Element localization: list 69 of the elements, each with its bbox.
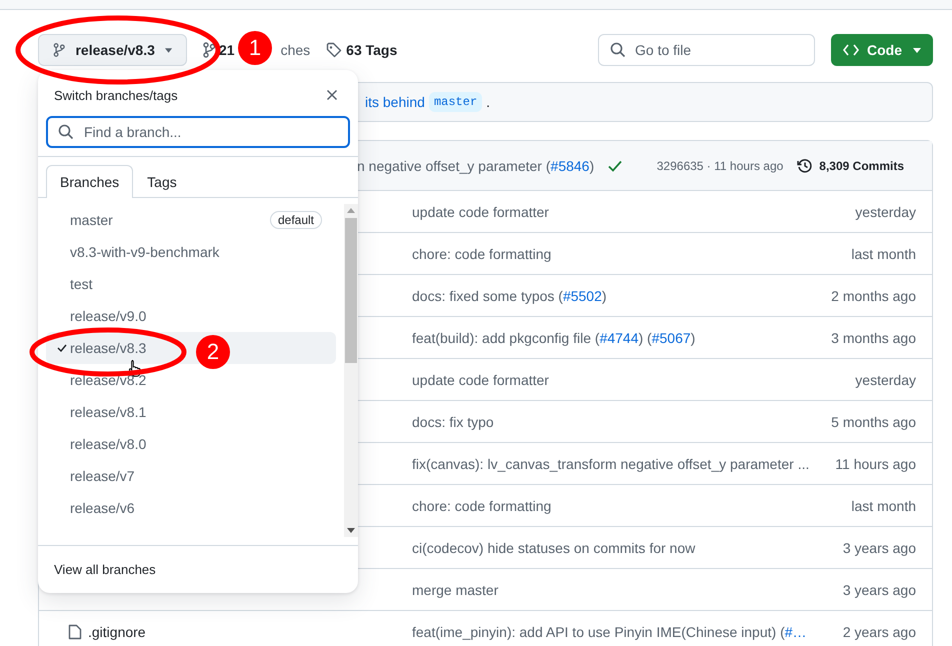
- search-icon: [58, 124, 74, 140]
- dropdown-tab[interactable]: Branches: [46, 165, 134, 198]
- commits-link[interactable]: 8,309 Commits: [819, 158, 904, 172]
- search-icon: [610, 42, 626, 58]
- commit-time: 3 years ago: [842, 582, 916, 598]
- branch-search-field[interactable]: Find a branch...: [46, 116, 350, 148]
- branch-item[interactable]: test: [46, 268, 336, 300]
- file-name-link[interactable]: .gitignore: [88, 624, 146, 640]
- commit-time: 11 hours ago: [835, 456, 916, 472]
- branch-item[interactable]: release/v9.0: [46, 300, 336, 332]
- scroll-down-arrow-icon[interactable]: [347, 528, 355, 533]
- code-icon: [843, 44, 859, 56]
- branch-pill[interactable]: master: [428, 92, 482, 112]
- scrollbar[interactable]: [344, 204, 358, 537]
- pull-request-link[interactable]: #4744: [600, 330, 638, 346]
- pull-request-link[interactable]: #…: [784, 624, 807, 640]
- banner-period: .: [486, 94, 490, 110]
- commit-message: ci(codecov) hide statuses on commits for now: [412, 540, 696, 556]
- commit-message: update code formatter: [412, 372, 550, 388]
- dropdown-title: Switch branches/tags: [54, 88, 178, 102]
- pull-request-link[interactable]: #5067: [652, 330, 691, 346]
- dropdown-tab[interactable]: Tags: [133, 165, 191, 198]
- commit-time: last month: [851, 498, 916, 514]
- branch-item[interactable]: v8.3-with-v9-benchmark: [46, 236, 336, 268]
- commit-message: chore: code formatting: [412, 498, 552, 514]
- code-button[interactable]: Code: [831, 34, 933, 66]
- commit-message: docs: fixed some typos (#5502): [412, 288, 608, 304]
- caret-icon: [913, 48, 921, 52]
- tag-icon: [326, 42, 342, 58]
- commit-time: 2 months ago: [831, 288, 916, 304]
- branch-button[interactable]: release/v8.3: [38, 34, 187, 66]
- file-icon: [68, 624, 82, 640]
- commit-message: merge master: [412, 582, 500, 598]
- commit-time: 2 years ago: [842, 624, 916, 640]
- branch-item[interactable]: release/v8.1: [46, 396, 336, 428]
- history-icon[interactable]: [797, 158, 814, 174]
- commits-behind-link[interactable]: its behind: [365, 94, 425, 110]
- view-all-branches-link[interactable]: View all branches: [54, 562, 156, 577]
- branch-item[interactable]: release/v8.0: [46, 428, 336, 460]
- annotation-number: 1: [238, 31, 272, 65]
- branch-item[interactable]: master default: [46, 204, 336, 236]
- commit-message: n negative offset_y parameter (#5846): [357, 158, 594, 174]
- branch-icon[interactable]: [203, 42, 215, 58]
- commit-time: 3 years ago: [842, 540, 916, 556]
- go-to-file-field[interactable]: Go to file: [598, 34, 815, 66]
- pull-request-link[interactable]: #5502: [562, 288, 602, 304]
- commit-message: feat(ime_pinyin): add API to use Pinyin IME(Chinese input) (#…: [412, 624, 808, 640]
- default-label: default: [270, 211, 322, 229]
- commit-time: yesterday: [855, 372, 916, 388]
- commit-message: chore: code formatting: [412, 246, 552, 262]
- branch-icon: [53, 42, 66, 58]
- caret-icon: [164, 48, 172, 52]
- commit-message: feat(build): add pkgconfig file (#4744) (#5067): [412, 330, 696, 346]
- close-icon[interactable]: [326, 89, 338, 101]
- commit-meta: 3296635 · 11 hours ago: [656, 158, 784, 172]
- commit-message: docs: fix typo: [412, 414, 495, 430]
- check-icon[interactable]: [608, 160, 622, 172]
- check-icon: [57, 344, 67, 352]
- branch-item[interactable]: release/v7: [46, 460, 336, 492]
- tags-link[interactable]: 63 Tags: [346, 42, 398, 58]
- branch-item[interactable]: release/v6: [46, 492, 336, 524]
- commit-message: update code formatter: [412, 204, 550, 220]
- commit-time: last month: [851, 246, 916, 262]
- commit-time: yesterday: [855, 204, 916, 220]
- commit-message: fix(canvas): lv_canvas_transform negative offset_y parameter ...: [412, 456, 810, 472]
- branches-link[interactable]: ches: [280, 42, 310, 58]
- commit-time: 3 months ago: [831, 330, 916, 346]
- pull-request-link[interactable]: #5846: [550, 158, 590, 174]
- commit-time: 5 months ago: [831, 414, 916, 430]
